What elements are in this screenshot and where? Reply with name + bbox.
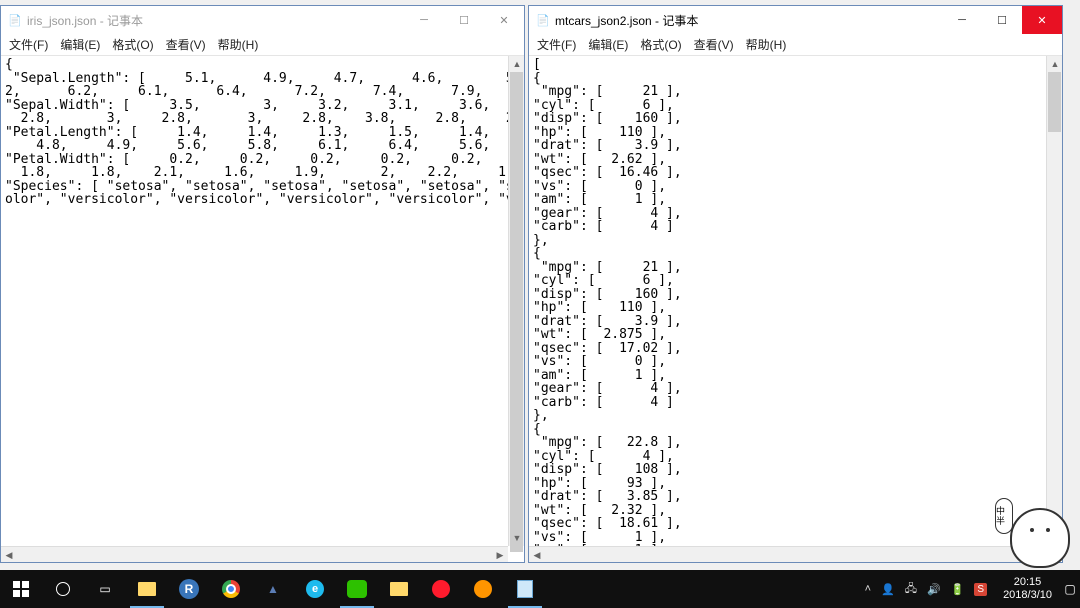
horizontal-scrollbar[interactable]: ◀ ▶ xyxy=(529,546,1046,562)
volume-icon[interactable]: 🔊 xyxy=(927,583,941,596)
taskbar-ie[interactable]: e xyxy=(294,570,336,608)
folder-icon xyxy=(390,582,408,596)
notepad-icon xyxy=(517,580,533,598)
system-tray: ˄ 👤 🖧 🔊 🔋 S xyxy=(857,570,995,608)
menu-format[interactable]: 格式(O) xyxy=(106,34,159,55)
cortana-button[interactable] xyxy=(42,570,84,608)
editor-area: { "Sepal.Length": [ 5.1, 4.9, 4.7, 4.6, … xyxy=(1,56,524,562)
taskbar: ▭ R ▲ e ˄ 👤 🖧 🔊 🔋 S 20:15 2018/3/1 xyxy=(0,570,1080,608)
notepad-icon: 📄 xyxy=(535,12,551,28)
action-center-button[interactable]: ▢ xyxy=(1060,570,1080,608)
taskbar-notepad[interactable] xyxy=(504,570,546,608)
scroll-down-arrow[interactable]: ▼ xyxy=(509,530,524,546)
vertical-scrollbar[interactable]: ▲ ▼ xyxy=(1046,56,1062,546)
cortana-icon xyxy=(56,582,70,596)
people-icon[interactable]: 👤 xyxy=(881,583,895,596)
menu-format[interactable]: 格式(O) xyxy=(634,34,687,55)
menu-view[interactable]: 查看(V) xyxy=(160,34,212,55)
window-controls: ─ ☐ ✕ xyxy=(404,6,524,34)
scroll-left-arrow[interactable]: ◀ xyxy=(1,547,17,562)
r-icon: R xyxy=(179,579,199,599)
taskbar-app1[interactable]: ▲ xyxy=(252,570,294,608)
horizontal-scrollbar[interactable]: ◀ ▶ xyxy=(1,546,508,562)
start-button[interactable] xyxy=(0,570,42,608)
maximize-button[interactable]: ☐ xyxy=(982,6,1022,34)
text-content[interactable]: { "Sepal.Length": [ 5.1, 4.9, 4.7, 4.6, … xyxy=(1,56,524,562)
taskbar-clock[interactable]: 20:15 2018/3/10 xyxy=(995,576,1060,602)
text-content[interactable]: [ { "mpg": [ 21 ], "cyl": [ 6 ], "disp":… xyxy=(529,56,1062,562)
scroll-right-arrow[interactable]: ▶ xyxy=(492,547,508,562)
menu-file[interactable]: 文件(F) xyxy=(3,34,54,55)
desktop-mascot[interactable]: 中 半 xyxy=(1000,498,1070,568)
menu-help[interactable]: 帮助(H) xyxy=(212,34,265,55)
menu-help[interactable]: 帮助(H) xyxy=(740,34,793,55)
minimize-button[interactable]: ─ xyxy=(942,6,982,34)
close-button[interactable]: ✕ xyxy=(1022,6,1062,34)
scroll-left-arrow[interactable]: ◀ xyxy=(529,547,545,562)
window-title: iris_json.json - 记事本 xyxy=(27,12,404,29)
menu-file[interactable]: 文件(F) xyxy=(531,34,582,55)
close-button[interactable]: ✕ xyxy=(484,6,524,34)
taskbar-wechat[interactable] xyxy=(336,570,378,608)
menubar: 文件(F) 编辑(E) 格式(O) 查看(V) 帮助(H) xyxy=(1,34,524,56)
minimize-button[interactable]: ─ xyxy=(404,6,444,34)
titlebar[interactable]: 📄 iris_json.json - 记事本 ─ ☐ ✕ xyxy=(1,6,524,34)
menu-edit[interactable]: 编辑(E) xyxy=(582,34,634,55)
taskbar-explorer[interactable] xyxy=(126,570,168,608)
titlebar[interactable]: 📄 mtcars_json2.json - 记事本 ─ ☐ ✕ xyxy=(529,6,1062,34)
tray-up-icon[interactable]: ˄ xyxy=(865,583,871,595)
editor-area: [ { "mpg": [ 21 ], "cyl": [ 6 ], "disp":… xyxy=(529,56,1062,562)
taskbar-right: ˄ 👤 🖧 🔊 🔋 S 20:15 2018/3/10 ▢ xyxy=(857,570,1080,608)
taskbar-left: ▭ R ▲ e xyxy=(0,570,546,608)
taskbar-explorer2[interactable] xyxy=(378,570,420,608)
folder-icon xyxy=(138,582,156,596)
orange-icon xyxy=(474,580,492,598)
scroll-up-arrow[interactable]: ▲ xyxy=(509,56,524,72)
scroll-thumb[interactable] xyxy=(510,72,523,552)
notepad-window-iris: 📄 iris_json.json - 记事本 ─ ☐ ✕ 文件(F) 编辑(E)… xyxy=(0,5,525,563)
taskbar-chrome[interactable] xyxy=(210,570,252,608)
menubar: 文件(F) 编辑(E) 格式(O) 查看(V) 帮助(H) xyxy=(529,34,1062,56)
notification-icon: ▢ xyxy=(1064,582,1075,596)
menu-view[interactable]: 查看(V) xyxy=(688,34,740,55)
chrome-icon xyxy=(222,580,240,598)
scroll-thumb[interactable] xyxy=(1048,72,1061,132)
mascot-body xyxy=(1010,508,1070,568)
clock-time: 20:15 xyxy=(1003,576,1052,589)
taskview-icon: ▭ xyxy=(99,582,110,596)
window-title: mtcars_json2.json - 记事本 xyxy=(555,12,942,29)
notepad-window-mtcars: 📄 mtcars_json2.json - 记事本 ─ ☐ ✕ 文件(F) 编辑… xyxy=(528,5,1063,563)
clock-date: 2018/3/10 xyxy=(1003,589,1052,602)
maximize-button[interactable]: ☐ xyxy=(444,6,484,34)
notepad-icon: 📄 xyxy=(7,12,23,28)
vertical-scrollbar[interactable]: ▲ ▼ xyxy=(508,56,524,546)
taskbar-rstudio[interactable]: R xyxy=(168,570,210,608)
battery-icon[interactable]: 🔋 xyxy=(951,583,965,596)
taskbar-app2[interactable] xyxy=(462,570,504,608)
taskview-button[interactable]: ▭ xyxy=(84,570,126,608)
window-controls: ─ ☐ ✕ xyxy=(942,6,1062,34)
network-icon[interactable]: 🖧 xyxy=(905,580,917,599)
opera-icon xyxy=(432,580,450,598)
scroll-up-arrow[interactable]: ▲ xyxy=(1047,56,1062,72)
ime-icon[interactable]: S xyxy=(974,583,987,596)
menu-edit[interactable]: 编辑(E) xyxy=(54,34,106,55)
wechat-icon xyxy=(347,580,367,598)
ie-icon: e xyxy=(306,580,324,598)
triangle-icon: ▲ xyxy=(267,582,279,596)
taskbar-opera[interactable] xyxy=(420,570,462,608)
